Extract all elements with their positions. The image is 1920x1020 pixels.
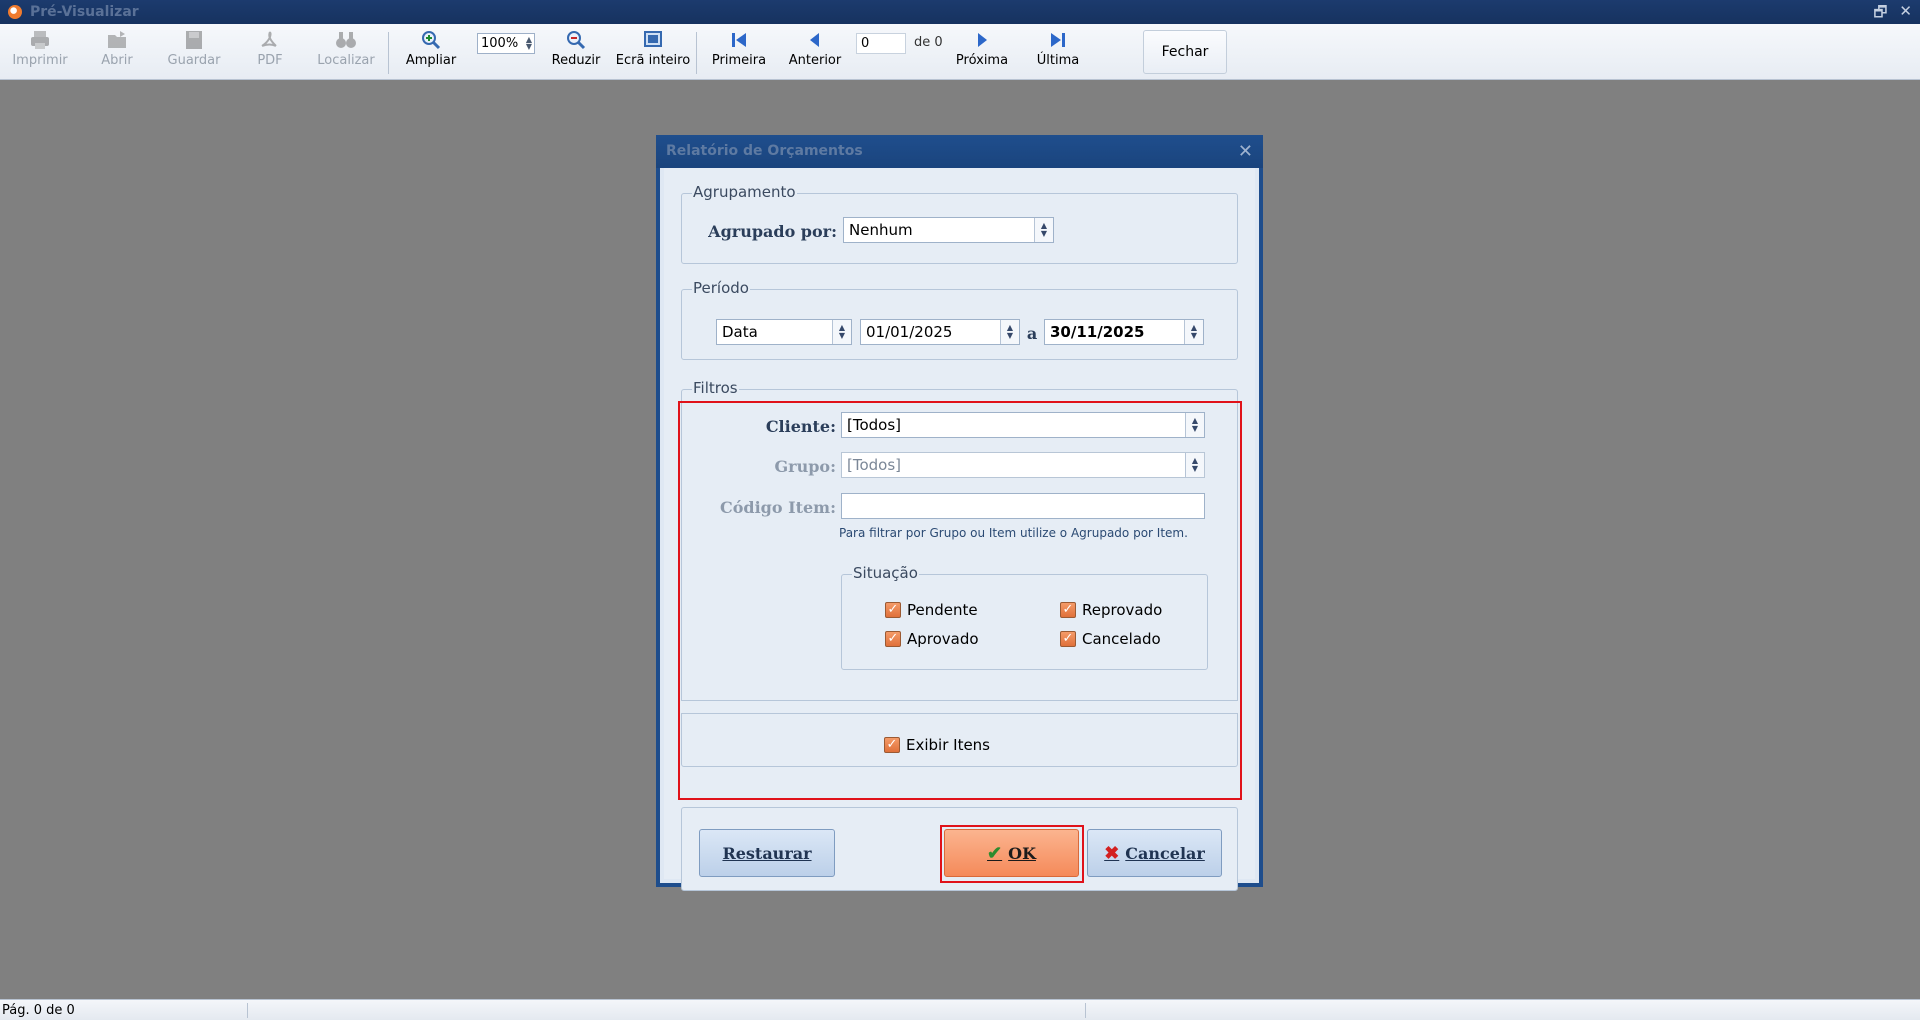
restore-label: Restaurar xyxy=(722,843,812,863)
print-button[interactable]: Imprimir xyxy=(5,30,75,68)
print-label: Imprimir xyxy=(12,53,68,68)
zoom-in-label: Ampliar xyxy=(405,53,457,68)
folder-open-icon xyxy=(108,31,126,48)
preview-toolbar: Imprimir Abrir Guardar PDF Localizar Amp… xyxy=(0,24,1920,80)
grouping-group: Agrupamento Agrupado por: Nenhum ▲ ▼ xyxy=(681,183,1238,264)
date-from-input[interactable]: 01/01/2025 ▲ ▼ xyxy=(860,319,1020,345)
last-page-label: Última xyxy=(1036,53,1080,68)
zoom-in-icon xyxy=(422,31,441,50)
app-icon xyxy=(8,5,22,19)
pdf-button[interactable]: PDF xyxy=(235,30,305,68)
binoculars-icon xyxy=(336,32,356,48)
first-page-icon xyxy=(732,33,746,47)
last-page-icon xyxy=(1051,33,1065,47)
spin-arrows-icon[interactable]: ▲ ▼ xyxy=(1034,218,1053,242)
next-page-icon xyxy=(978,33,987,47)
cancel-label: Cancelar xyxy=(1125,843,1205,863)
spin-arrows-icon[interactable]: ▲ ▼ xyxy=(1000,320,1019,344)
grouping-legend: Agrupamento xyxy=(692,183,797,201)
cancel-x-icon: ✖ xyxy=(1104,842,1120,864)
status-bar: Pág. 0 de 0 xyxy=(0,999,1920,1020)
cancel-button[interactable]: ✖ Cancelar xyxy=(1087,829,1222,877)
page-number-input[interactable]: 0 xyxy=(856,33,906,54)
page-status: Pág. 0 de 0 xyxy=(2,1003,75,1018)
grouped-by-select[interactable]: Nenhum ▲ ▼ xyxy=(843,217,1054,243)
date-to-input[interactable]: 30/11/2025 ▲ ▼ xyxy=(1044,319,1204,345)
zoom-in-button[interactable]: Ampliar xyxy=(396,30,466,68)
report-dialog: Relatório de Orçamentos ✕ Agrupamento Ag… xyxy=(656,135,1263,891)
pdf-label: PDF xyxy=(257,53,283,68)
date-range-connector: a xyxy=(1026,324,1038,343)
period-group: Período Data ▲ ▼ 01/01/2025 ▲ ▼ a 30/11/20… xyxy=(681,279,1238,360)
dialog-title: Relatório de Orçamentos xyxy=(656,135,1263,168)
save-icon xyxy=(186,31,202,49)
next-page-label: Próxima xyxy=(955,53,1009,68)
close-preview-button[interactable]: Fechar xyxy=(1143,30,1227,74)
restore-button[interactable]: Restaurar xyxy=(699,829,835,877)
zoom-value: 100% xyxy=(481,36,519,51)
page-count: de 0 xyxy=(914,35,943,50)
spin-arrows-icon[interactable]: ▲ ▼ xyxy=(832,320,851,344)
toolbar-separator xyxy=(388,32,389,74)
period-type-value: Data xyxy=(722,323,758,341)
previous-page-icon xyxy=(810,33,819,47)
filters-highlight xyxy=(678,401,1242,800)
grouped-by-value: Nenhum xyxy=(849,221,913,239)
zoom-out-label: Reduzir xyxy=(551,53,601,68)
toolbar-separator xyxy=(696,32,697,74)
find-button[interactable]: Localizar xyxy=(311,30,381,68)
zoom-select[interactable]: 100% ▲ ▼ xyxy=(477,33,535,54)
zoom-out-icon xyxy=(567,31,586,50)
dialog-body: Agrupamento Agrupado por: Nenhum ▲ ▼ Perí… xyxy=(664,168,1255,891)
status-separator xyxy=(1085,1003,1086,1018)
previous-page-button[interactable]: Anterior xyxy=(780,30,850,68)
dialog-close-icon[interactable]: ✕ xyxy=(1238,141,1253,162)
first-page-button[interactable]: Primeira xyxy=(704,30,774,68)
fullscreen-icon xyxy=(644,31,662,47)
previous-page-label: Anterior xyxy=(788,53,842,68)
ok-button-highlight xyxy=(940,825,1084,883)
next-page-button[interactable]: Próxima xyxy=(947,30,1017,68)
last-page-button[interactable]: Última xyxy=(1023,30,1093,68)
spin-arrows-icon[interactable]: ▲ ▼ xyxy=(526,36,532,51)
date-to-value: 30/11/2025 xyxy=(1050,323,1145,341)
zoom-out-button[interactable]: Reduzir xyxy=(541,30,611,68)
window-title: Pré-Visualizar xyxy=(30,4,139,20)
open-label: Abrir xyxy=(101,53,133,68)
save-button[interactable]: Guardar xyxy=(159,30,229,68)
printer-icon xyxy=(31,31,49,49)
filters-legend: Filtros xyxy=(692,379,739,397)
spin-arrows-icon[interactable]: ▲ ▼ xyxy=(1184,320,1203,344)
status-separator xyxy=(247,1003,248,1018)
fullscreen-label: Ecrã inteiro xyxy=(615,53,691,68)
date-from-value: 01/01/2025 xyxy=(866,323,953,341)
find-label: Localizar xyxy=(317,53,375,68)
period-type-select[interactable]: Data ▲ ▼ xyxy=(716,319,852,345)
period-legend: Período xyxy=(692,279,750,297)
window-titlebar: Pré-Visualizar 🗗 ✕ xyxy=(0,0,1920,24)
fullscreen-button[interactable]: Ecrã inteiro xyxy=(612,30,694,68)
pdf-icon xyxy=(261,31,277,47)
open-button[interactable]: Abrir xyxy=(82,30,152,68)
grouped-by-label: Agrupado por: xyxy=(708,222,837,241)
save-label: Guardar xyxy=(167,53,221,68)
first-page-label: Primeira xyxy=(711,53,767,68)
